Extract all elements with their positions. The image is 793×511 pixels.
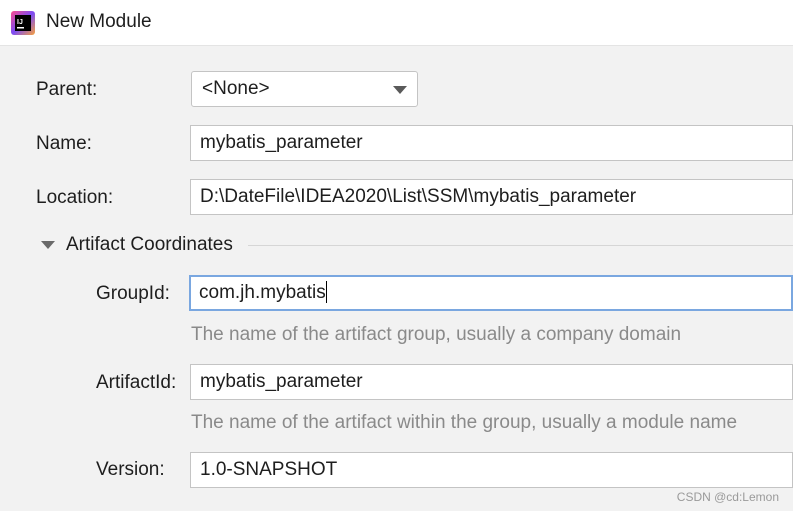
groupid-label: GroupId: bbox=[96, 283, 170, 304]
groupid-hint: The name of the artifact group, usually … bbox=[191, 324, 682, 345]
watermark: CSDN @cd:Lemon bbox=[676, 490, 779, 504]
chevron-down-icon bbox=[393, 86, 407, 94]
text-caret bbox=[325, 280, 327, 303]
parent-select-value: <None> bbox=[202, 78, 270, 99]
window-title: New Module bbox=[46, 11, 152, 32]
name-field-value: mybatis_parameter bbox=[200, 132, 363, 153]
location-label: Location: bbox=[36, 187, 114, 208]
artifactid-field-value: mybatis_parameter bbox=[200, 371, 363, 392]
svg-text:IJ: IJ bbox=[17, 19, 23, 26]
version-field[interactable]: 1.0-SNAPSHOT bbox=[190, 452, 793, 488]
groupid-field-value: com.jh.mybatis bbox=[199, 282, 326, 303]
version-field-value: 1.0-SNAPSHOT bbox=[200, 459, 338, 480]
intellij-idea-icon: IJ bbox=[11, 11, 35, 35]
name-label: Name: bbox=[36, 133, 92, 154]
artifactid-label: ArtifactId: bbox=[96, 372, 177, 393]
artifact-coordinates-title[interactable]: Artifact Coordinates bbox=[66, 234, 233, 256]
location-field[interactable]: D:\DateFile\IDEA2020\List\SSM\mybatis_pa… bbox=[190, 179, 793, 215]
parent-label: Parent: bbox=[36, 79, 98, 100]
location-field-value: D:\DateFile\IDEA2020\List\SSM\mybatis_pa… bbox=[200, 186, 637, 207]
groupid-field[interactable]: com.jh.mybatis bbox=[189, 275, 793, 311]
section-divider bbox=[248, 245, 793, 246]
artifactid-field[interactable]: mybatis_parameter bbox=[190, 364, 793, 400]
collapse-arrow-icon[interactable] bbox=[41, 241, 55, 249]
artifactid-hint: The name of the artifact within the grou… bbox=[191, 412, 738, 433]
title-bar: IJ New Module bbox=[0, 0, 793, 46]
parent-select[interactable]: <None> bbox=[191, 71, 418, 107]
name-field[interactable]: mybatis_parameter bbox=[190, 125, 793, 161]
dialog-content: Parent: <None> Name: mybatis_parameter L… bbox=[0, 46, 793, 511]
version-label: Version: bbox=[96, 459, 165, 480]
